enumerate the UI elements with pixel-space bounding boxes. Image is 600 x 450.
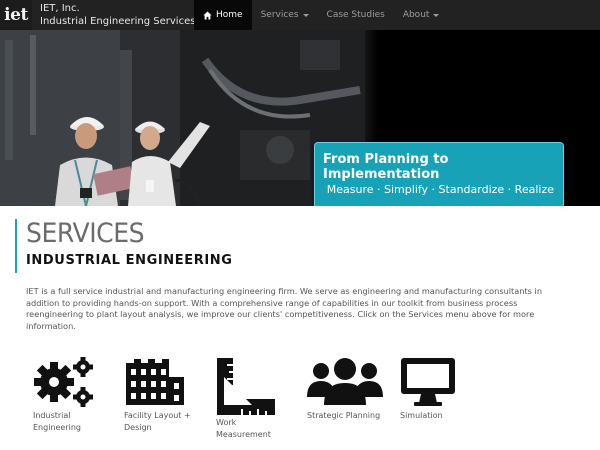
gears-icon — [34, 357, 93, 407]
service-industrial-engineering[interactable]: Industrial Engineering — [33, 357, 103, 433]
service-label: Facility Layout + Design — [124, 411, 191, 432]
logo-text: iet — [4, 5, 28, 25]
brand-name[interactable]: IET, Inc. — [40, 3, 195, 15]
brand-subtitle[interactable]: Industrial Engineering Services — [40, 16, 195, 28]
caret-down-icon — [302, 13, 309, 17]
section-title: SERVICES — [26, 218, 145, 249]
hero-subtitle: Measure · Simplify · Standardize · Reali… — [326, 183, 554, 196]
ruler-square-icon — [217, 358, 275, 415]
monitor-icon — [401, 358, 455, 406]
service-label: Industrial Engineering — [33, 411, 81, 432]
service-label: Simulation — [400, 411, 443, 420]
service-facility-layout[interactable]: Facility Layout + Design — [124, 357, 199, 433]
people-group-icon — [307, 358, 383, 405]
intro-paragraph: IET is a full service industrial and man… — [26, 286, 543, 331]
service-label: Work Measurement — [216, 418, 271, 439]
services-header: SERVICES INDUSTRIAL ENGINEERING — [15, 219, 233, 273]
service-simulation[interactable]: Simulation — [400, 357, 460, 422]
hero-banner: From Planning to Implementation Measure … — [0, 30, 600, 206]
caret-down-icon — [433, 13, 440, 17]
nav-about[interactable]: About — [394, 0, 449, 30]
top-navbar: iet IET, Inc. Industrial Engineering Ser… — [0, 0, 600, 30]
nav-about-label: About — [402, 10, 430, 20]
hero-callout: From Planning to Implementation Measure … — [314, 142, 564, 206]
nav-services[interactable]: Services — [252, 0, 318, 30]
company-logo[interactable]: iet — [0, 0, 32, 30]
home-icon — [203, 10, 212, 20]
service-strategic-planning[interactable]: Strategic Planning — [307, 357, 387, 422]
section-subtitle: INDUSTRIAL ENGINEERING — [26, 253, 233, 268]
nav-case-studies-label: Case Studies — [326, 10, 385, 20]
nav-home-label: Home — [216, 10, 243, 20]
service-label: Strategic Planning — [307, 411, 381, 420]
nav-case-studies[interactable]: Case Studies — [318, 0, 394, 30]
service-work-measurement[interactable]: Work Measurement — [216, 357, 281, 440]
brand[interactable]: iet IET, Inc. Industrial Engineering Ser… — [0, 0, 195, 30]
hero-title: From Planning to Implementation — [323, 152, 449, 182]
nav-services-label: Services — [260, 10, 299, 20]
nav-home[interactable]: Home — [194, 0, 252, 30]
factory-icon — [126, 359, 184, 405]
main-nav: Home Services Case Studies About — [194, 0, 448, 30]
